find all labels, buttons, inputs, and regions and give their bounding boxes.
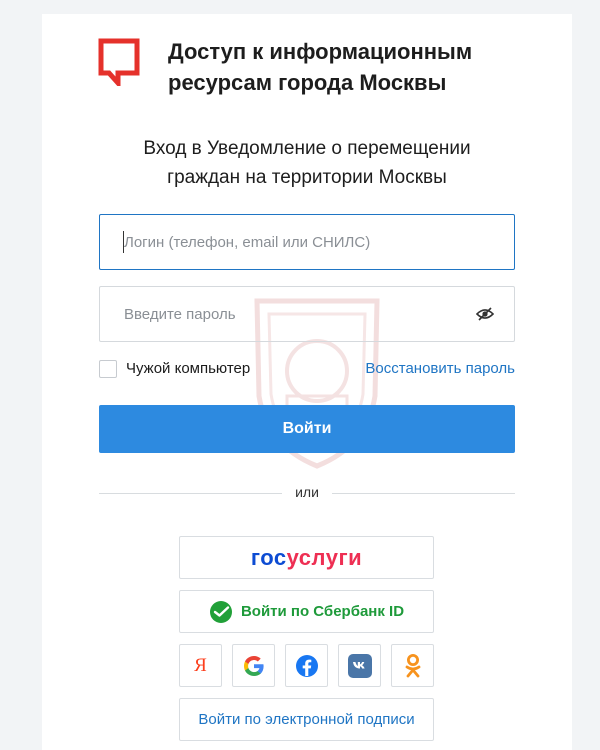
login-input[interactable]: Логин (телефон, email или СНИЛС) xyxy=(99,214,515,270)
divider-text: или xyxy=(295,484,319,500)
sber-id-button[interactable]: Войти по Сбербанк ID xyxy=(179,590,434,633)
gosuslugi-button[interactable]: гос услуги xyxy=(179,536,434,579)
odnoklassniki-icon xyxy=(405,653,420,677)
login-button[interactable]: Войти xyxy=(99,405,515,453)
service-subtitle: Вход в Уведомление о перемещении граждан… xyxy=(82,134,532,192)
odnoklassniki-login-button[interactable] xyxy=(391,644,434,687)
moscow-logo-icon xyxy=(98,38,140,86)
service-subtitle-line1: Вход в Уведомление о перемещении xyxy=(143,138,471,159)
facebook-icon xyxy=(295,654,318,677)
divider-line-left xyxy=(99,493,282,494)
divider-line-right xyxy=(332,493,515,494)
vk-login-button[interactable] xyxy=(338,644,381,687)
sber-id-button-label: Войти по Сбербанк ID xyxy=(240,603,405,620)
vk-icon xyxy=(347,653,372,678)
page-title: Доступ к информационным ресурсам города … xyxy=(168,36,548,98)
page-title-line1: Доступ к информационным xyxy=(168,39,473,64)
sber-icon xyxy=(209,600,232,623)
google-icon xyxy=(243,655,264,676)
yandex-login-button[interactable]: Я xyxy=(179,644,222,687)
password-input-placeholder: Введите пароль xyxy=(124,306,236,323)
facebook-login-button[interactable] xyxy=(285,644,328,687)
service-subtitle-line2: граждан на территории Москвы xyxy=(167,167,447,188)
password-input[interactable]: Введите пароль xyxy=(99,286,515,342)
gosuslugi-logo-part2: услуги xyxy=(286,544,363,570)
page-title-line2: ресурсам города Москвы xyxy=(168,70,447,95)
login-card: Доступ к информационным ресурсам города … xyxy=(42,14,572,750)
foreign-computer-checkbox[interactable] xyxy=(99,360,117,378)
restore-password-link[interactable]: Восстановить пароль xyxy=(365,360,515,378)
yandex-icon: Я xyxy=(194,654,207,676)
esign-login-button[interactable]: Войти по электронной подписи xyxy=(179,698,434,741)
google-login-button[interactable] xyxy=(232,644,275,687)
login-input-placeholder: Логин (телефон, email или СНИЛС) xyxy=(124,234,371,251)
foreign-computer-label[interactable]: Чужой компьютер xyxy=(126,360,250,378)
gosuslugi-logo-part1: гос xyxy=(250,544,287,570)
eye-hidden-icon[interactable] xyxy=(476,307,494,321)
